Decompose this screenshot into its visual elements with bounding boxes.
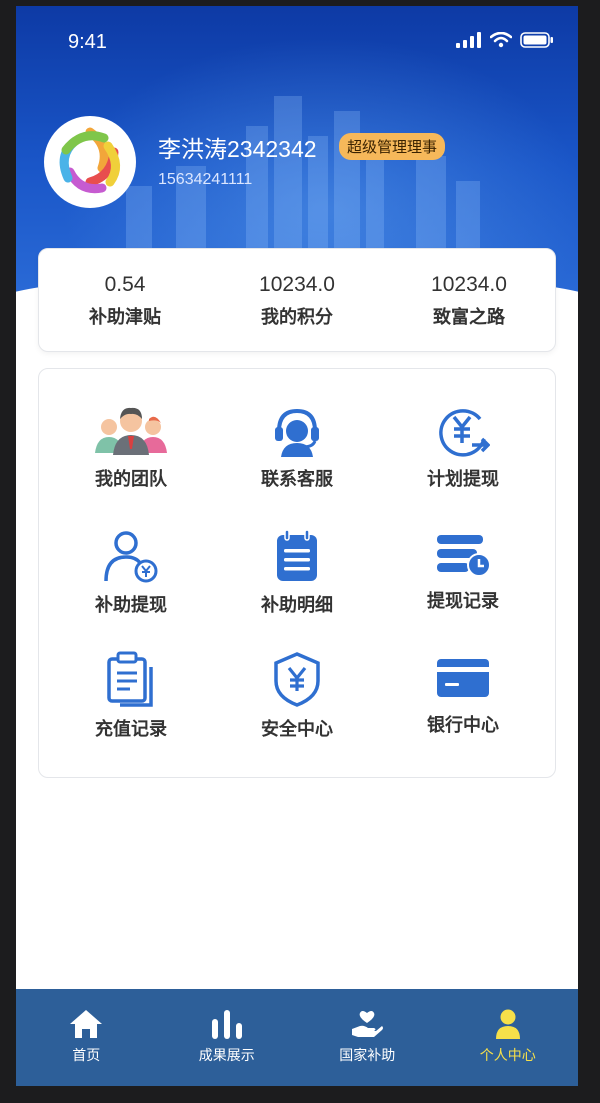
battery-icon [520, 32, 553, 48]
records-clock-icon [437, 535, 491, 577]
stat-value: 10234.0 [431, 273, 507, 296]
tab-label: 个人中心 [479, 1048, 536, 1064]
menu-item-bank-center[interactable]: 银行中心 [377, 651, 549, 761]
status-time: 9:41 [68, 31, 107, 53]
menu-item-subsidy-detail[interactable]: 补助明细 [211, 529, 383, 639]
app-screen: 9:41 李洪涛2342342 超级管理理事 15634241111 0.54 … [16, 6, 578, 1086]
stat-subsidy[interactable]: 0.54 补助津贴 [39, 249, 211, 351]
menu-item-my-team[interactable]: 我的团队 [45, 405, 217, 515]
clipboard-icon [107, 651, 153, 707]
shield-yuan-icon [274, 652, 320, 707]
menu-grid: 我的团队 联系客服 计划提现 补助提现 补助明细 提现记录 充值记录 安全中心 … [38, 368, 556, 778]
menu-label: 补助提现 [95, 595, 167, 616]
stat-label: 补助津贴 [89, 307, 161, 328]
person-icon [495, 1009, 520, 1039]
menu-label: 我的团队 [95, 469, 167, 490]
avatar[interactable] [44, 116, 136, 208]
tab-label: 首页 [72, 1048, 101, 1064]
bank-card-icon [437, 659, 489, 697]
role-badge: 超级管理理事 [339, 133, 446, 160]
menu-item-recharge-records[interactable]: 充值记录 [45, 651, 217, 761]
menu-label: 计划提现 [427, 469, 499, 490]
menu-label: 联系客服 [261, 469, 333, 490]
menu-label: 银行中心 [427, 715, 499, 736]
stats-card: 0.54 补助津贴 10234.0 我的积分 10234.0 致富之路 [38, 248, 556, 352]
stat-points[interactable]: 10234.0 我的积分 [211, 249, 383, 351]
stat-label: 致富之路 [433, 307, 505, 328]
tab-label: 成果展示 [198, 1048, 255, 1064]
tab-achievements[interactable]: 成果展示 [157, 989, 298, 1086]
stat-label: 我的积分 [261, 307, 333, 328]
menu-item-customer-service[interactable]: 联系客服 [211, 405, 383, 515]
user-name: 李洪涛2342342 [158, 136, 317, 162]
menu-item-plan-withdraw[interactable]: 计划提现 [377, 405, 549, 515]
status-bar: 9:41 [16, 6, 578, 76]
hand-heart-icon [352, 1011, 384, 1037]
menu-label: 安全中心 [261, 719, 333, 740]
stat-value: 0.54 [104, 273, 146, 296]
tab-national-subsidy[interactable]: 国家补助 [297, 989, 438, 1086]
bar-chart-icon [211, 1010, 242, 1039]
bottom-tab-bar: 首页 成果展示 国家补助 个人中心 [16, 989, 578, 1086]
menu-label: 提现记录 [427, 591, 499, 612]
user-phone: 15634241111 [158, 171, 253, 188]
colorful-knot-logo-icon [59, 127, 120, 194]
signal-icon [456, 32, 481, 48]
customer-service-icon [275, 408, 319, 457]
menu-item-withdraw-records[interactable]: 提现记录 [377, 529, 549, 639]
menu-item-subsidy-withdraw[interactable]: 补助提现 [45, 529, 217, 639]
yuan-withdraw-icon [439, 409, 490, 457]
tab-personal-center[interactable]: 个人中心 [438, 989, 579, 1086]
stat-wealth-road[interactable]: 10234.0 致富之路 [383, 249, 555, 351]
wifi-icon [490, 32, 512, 48]
user-yuan-icon [104, 531, 158, 583]
status-icons [456, 32, 554, 48]
menu-item-security-center[interactable]: 安全中心 [211, 651, 383, 761]
home-icon [70, 1010, 103, 1038]
menu-label: 充值记录 [95, 719, 167, 740]
team-icon [95, 407, 167, 455]
tab-home[interactable]: 首页 [16, 989, 157, 1086]
notepad-icon [277, 529, 317, 581]
menu-label: 补助明细 [261, 595, 333, 616]
stat-value: 10234.0 [259, 273, 335, 296]
tab-label: 国家补助 [339, 1048, 396, 1064]
